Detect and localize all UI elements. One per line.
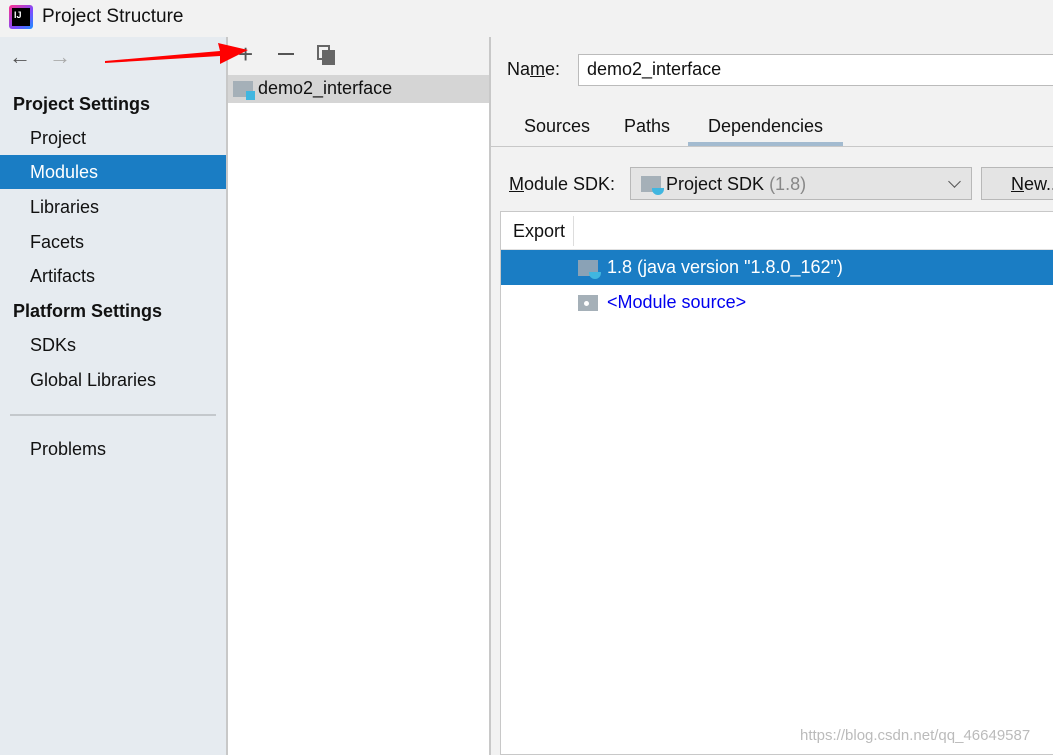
column-header-export[interactable]: Export <box>513 221 565 242</box>
divider <box>10 414 216 416</box>
forward-arrow-icon[interactable]: → <box>49 44 71 70</box>
module-folder-icon <box>233 81 255 100</box>
sdk-value: Project SDK <box>666 174 765 194</box>
row-label: 1.8 (java version "1.8.0_162") <box>607 257 843 277</box>
row-label: <Module source> <box>607 292 747 312</box>
module-name: demo2_interface <box>258 78 393 98</box>
sidebar-item-project[interactable]: Project <box>0 121 226 155</box>
divider <box>573 216 574 246</box>
minus-icon[interactable] <box>278 53 294 55</box>
sidebar-item-global-libraries[interactable]: Global Libraries <box>0 363 226 397</box>
sidebar-item-sdks[interactable]: SDKs <box>0 328 226 362</box>
annotation-arrow <box>105 43 248 64</box>
sidebar-item-facets[interactable]: Facets <box>0 225 226 259</box>
modules-panel: + demo2_interface <box>228 37 489 755</box>
intellij-idea-icon: IJ <box>9 5 33 29</box>
title-bar: IJ Project Structure <box>0 0 1053 37</box>
window-title: Project Structure <box>42 6 184 27</box>
dependencies-table: Export 1.8 (java version "1.8.0_162") <M… <box>500 211 1053 755</box>
section-platform-settings: Platform Settings <box>13 301 163 321</box>
module-item[interactable]: demo2_interface <box>228 75 489 103</box>
tab-paths[interactable]: Paths <box>624 110 670 146</box>
new-sdk-button[interactable]: New... <box>981 167 1053 200</box>
back-arrow-icon[interactable]: ← <box>9 44 31 70</box>
sdk-version: (1.8) <box>769 174 807 194</box>
table-row[interactable]: 1.8 (java version "1.8.0_162") <box>501 250 1053 285</box>
copy-icon[interactable] <box>317 45 335 65</box>
source-folder-icon <box>578 295 598 311</box>
module-sdk-label: Module SDK: <box>509 174 616 194</box>
tab-sources[interactable]: Sources <box>524 110 590 146</box>
modules-toolbar: + <box>228 37 489 75</box>
sdk-folder-icon <box>578 260 601 279</box>
divider <box>489 37 491 755</box>
name-input[interactable]: demo2_interface <box>578 54 1053 86</box>
section-project-settings: Project Settings <box>13 94 151 114</box>
tab-dependencies[interactable]: Dependencies <box>688 110 843 146</box>
divider <box>491 146 1053 147</box>
sidebar-item-modules[interactable]: Modules <box>0 155 226 189</box>
sidebar: ← → Project Settings Project Modules Lib… <box>0 37 226 755</box>
chevron-down-icon <box>948 175 961 188</box>
name-label: Name: <box>507 59 561 79</box>
sdk-folder-icon <box>641 176 664 195</box>
sidebar-item-artifacts[interactable]: Artifacts <box>0 259 226 293</box>
table-row[interactable]: <Module source> <box>501 285 1053 320</box>
watermark: https://blog.csdn.net/qq_46649587 <box>800 727 1031 744</box>
sidebar-item-problems[interactable]: Problems <box>0 432 226 466</box>
sidebar-item-libraries[interactable]: Libraries <box>0 190 226 224</box>
module-sdk-dropdown[interactable]: Project SDK (1.8) <box>630 167 972 200</box>
